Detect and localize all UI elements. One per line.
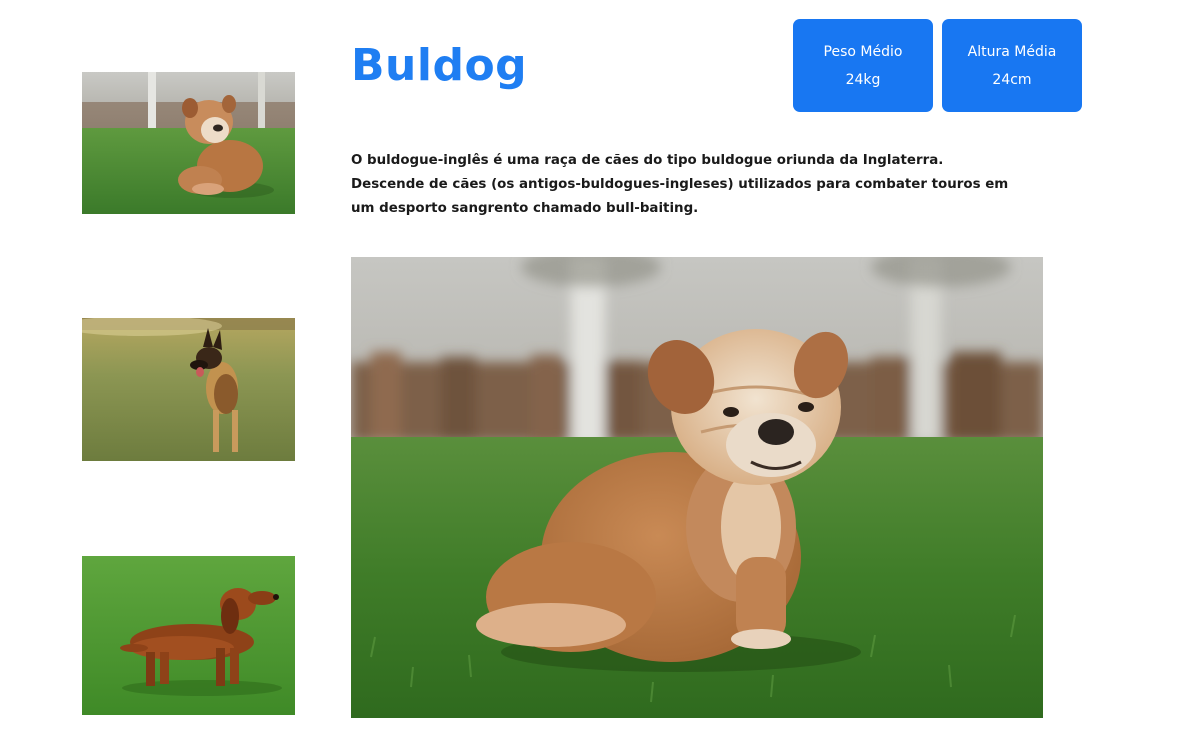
bulldog-main-image [351, 257, 1043, 718]
average-weight-label: Peso Médio [823, 44, 903, 60]
bulldog-thumbnail-image [82, 72, 295, 214]
average-height-value: 24cm [992, 72, 1032, 88]
german-shepherd-thumbnail-image [82, 318, 295, 461]
average-height-badge: Altura Média 24cm [942, 19, 1082, 112]
breed-page: Buldog Peso Médio 24kg Altura Média 24cm… [0, 0, 1188, 739]
page-title: Buldog [351, 40, 528, 91]
description-line: Descende de cães (os antigos-buldogues-i… [351, 177, 1009, 192]
german-shepherd-thumbnail[interactable] [82, 318, 295, 461]
dachshund-thumbnail[interactable] [82, 556, 295, 715]
description-line: um desporto sangrento chamado bull-baiti… [351, 201, 699, 216]
breed-description: O buldogue-inglês é uma raça de cães do … [351, 149, 1051, 221]
description-line: O buldogue-inglês é uma raça de cães do … [351, 153, 944, 168]
dachshund-thumbnail-image [82, 556, 295, 715]
main-breed-photo [351, 257, 1043, 718]
average-height-label: Altura Média [967, 44, 1057, 60]
bulldog-thumbnail[interactable] [82, 72, 295, 214]
average-weight-value: 24kg [845, 72, 881, 88]
average-weight-badge: Peso Médio 24kg [793, 19, 933, 112]
